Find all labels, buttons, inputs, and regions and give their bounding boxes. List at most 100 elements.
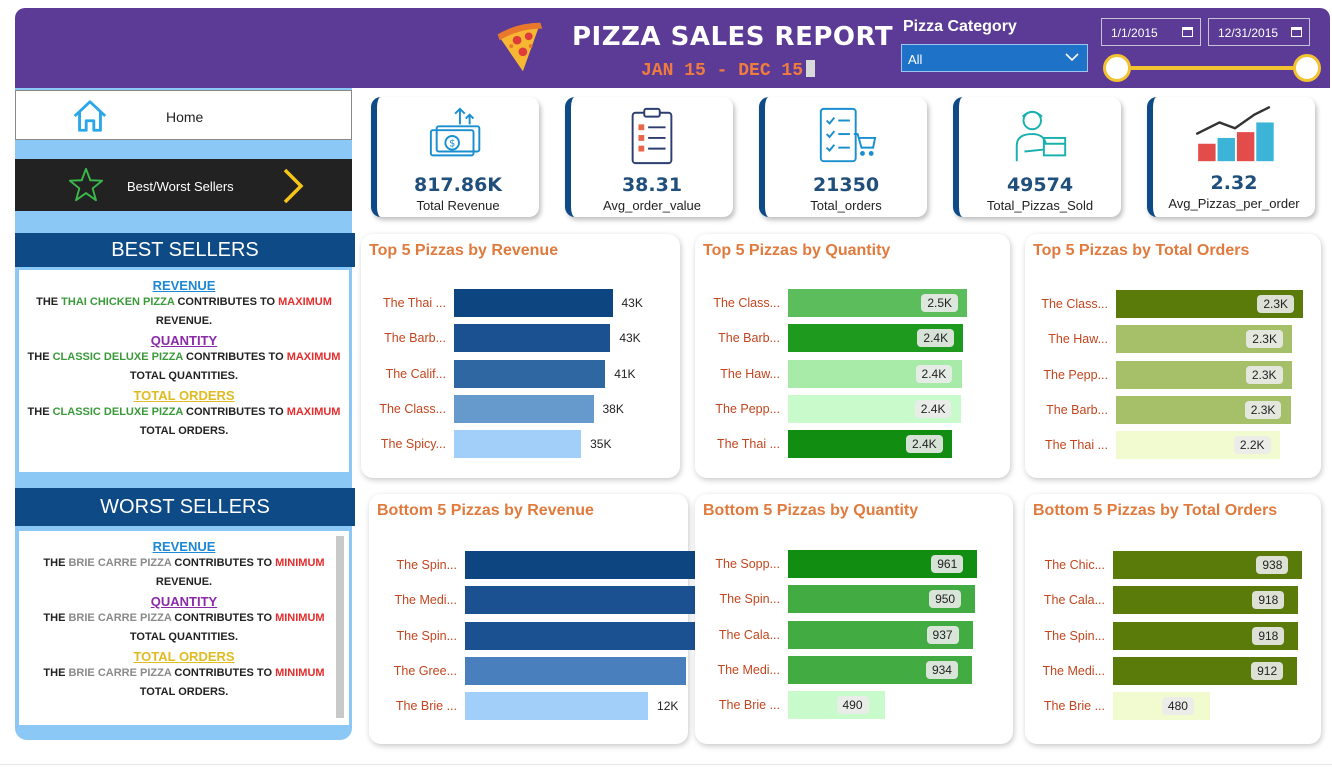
best-revenue-text: THE THAI CHICKEN PIZZA CONTRIBUTES TO MA… <box>36 296 332 327</box>
data-label: 2.5K <box>921 294 959 312</box>
bar-row: The Spin... 918 <box>1045 621 1306 650</box>
best-orders-heading: TOTAL ORDERS <box>133 388 235 403</box>
kpi-card-avg-pizzas-per-order: 2.32 Avg_Pizzas_per_order <box>1147 97 1315 217</box>
category-label: The Barb... <box>1046 402 1108 417</box>
date-slider-end-handle[interactable] <box>1293 54 1321 82</box>
data-label: 2.4K <box>915 364 953 383</box>
data-label: 934 <box>925 660 958 679</box>
bar[interactable] <box>454 324 611 353</box>
chart-top-revenue: Top 5 Pizzas by Revenue The Thai ... 43K T… <box>361 234 680 478</box>
best-quantity-heading: QUANTITY <box>150 333 218 348</box>
category-label: The Spin... <box>719 592 780 607</box>
bar-row: The Brie ... 480 <box>1044 692 1306 721</box>
data-label: 12K <box>657 699 679 714</box>
home-button[interactable]: Home <box>15 90 352 140</box>
worst-sellers-header: WORST SELLERS <box>15 488 355 526</box>
bar-row: The Haw... 2.3K <box>1048 325 1307 354</box>
date-range-text: JAN 15 - DEC 15 <box>641 60 816 81</box>
bar[interactable] <box>454 430 582 459</box>
data-label: 938 <box>1256 556 1289 574</box>
chart-title: Bottom 5 Pizzas by Total Orders <box>1033 502 1278 519</box>
category-label: The Pepp... <box>1043 367 1108 382</box>
date-range-value: JAN 15 - DEC 15 <box>641 61 804 81</box>
category-label: The Chic... <box>1044 558 1105 572</box>
start-date-input[interactable]: 1/1/2015 <box>1101 18 1201 46</box>
bar[interactable] <box>454 359 606 388</box>
best-worst-sellers-button[interactable]: Best/Worst Sellers <box>15 159 352 211</box>
dashboard: PIZZA SALES REPORT JAN 15 - DEC 15 Pizza… <box>0 0 1332 767</box>
category-label: The Sopp... <box>715 557 780 571</box>
bar-row: The Brie ... 490 <box>719 691 981 720</box>
bar-row: The Calif... 41K <box>386 359 636 388</box>
kpi-label: Total_orders <box>810 198 882 213</box>
chart-top-orders: Top 5 Pizzas by Total Orders The Class..… <box>1025 234 1321 478</box>
kpi-card-total-revenue: $ 817.86K Total Revenue <box>371 97 539 217</box>
bar-row: The Barb... 2.3K <box>1046 395 1307 424</box>
worst-orders-heading: TOTAL ORDERS <box>133 649 235 664</box>
data-label: 43K <box>619 331 641 346</box>
bar-row: The Class... 38K <box>379 394 624 423</box>
bar-row: The Thai ... 2.2K <box>1045 431 1307 460</box>
end-date-value: 12/31/2015 <box>1218 26 1279 40</box>
calendar-icon[interactable] <box>1291 27 1302 37</box>
data-label: 950 <box>929 590 962 609</box>
category-label: The Thai ... <box>1045 438 1108 453</box>
calendar-icon[interactable] <box>1182 27 1193 37</box>
data-label: 918 <box>1252 591 1285 610</box>
bar-row: The Pepp... 2.3K <box>1043 360 1307 389</box>
bar-row: The Spicy... 35K <box>381 430 622 459</box>
bottom-divider <box>0 764 1332 765</box>
category-label: The Pepp... <box>715 401 780 416</box>
data-label: 2.4K <box>917 329 955 348</box>
category-label: The Thai ... <box>383 296 446 310</box>
data-label: 41K <box>614 366 636 381</box>
bar-row: The Cala... 937 <box>719 620 981 649</box>
bar[interactable] <box>465 656 686 685</box>
bar[interactable] <box>465 692 649 721</box>
worst-revenue-text: THE BRIE CARRE PIZZA CONTRIBUTES TO MINI… <box>43 557 325 588</box>
delivery-person-icon <box>1015 110 1067 162</box>
kpi-value: 817.86K <box>413 174 503 196</box>
date-slider-track[interactable] <box>1117 66 1307 70</box>
category-label: The Brie ... <box>718 698 780 713</box>
category-label: The Medi... <box>717 662 780 677</box>
category-label: The Spin... <box>396 628 457 643</box>
kpi-card-avg-order-value: 38.31 Avg_order_value <box>565 97 733 217</box>
end-date-input[interactable]: 12/31/2015 <box>1208 18 1310 46</box>
category-label: The Spicy... <box>380 437 446 452</box>
category-label: The Brie ... <box>1043 699 1105 714</box>
data-label: 480 <box>1161 697 1194 716</box>
best-worst-label: Best/Worst Sellers <box>127 179 234 194</box>
bar-row: The Medi... 912 <box>1042 656 1306 685</box>
bar[interactable] <box>465 586 709 615</box>
kpi-value: 49574 <box>1006 174 1074 196</box>
category-label: The Class... <box>1041 297 1108 311</box>
data-label: 937 <box>926 625 959 644</box>
data-label: 2.4K <box>905 435 943 454</box>
chart-bottom-quantity: Bottom 5 Pizzas by Quantity The Sopp... 9… <box>695 494 1013 744</box>
category-label: The Medi... <box>394 593 457 608</box>
chevron-right-icon <box>283 168 304 204</box>
chart-title: Bottom 5 Pizzas by Quantity <box>703 502 919 519</box>
bar[interactable] <box>454 289 613 317</box>
kpi-label: Total_Pizzas_Sold <box>986 198 1094 213</box>
category-label: The Barb... <box>718 331 780 346</box>
money-icon: $ <box>429 107 481 157</box>
bar[interactable] <box>465 621 707 650</box>
bar-row: The Barb... 2.4K <box>718 324 980 353</box>
bar-row: The Pepp... 2.4K <box>715 394 980 423</box>
category-label: The Cala... <box>1043 593 1105 608</box>
worst-sellers-panel: REVENUE THE BRIE CARRE PIZZA CONTRIBUTES… <box>16 528 352 728</box>
bar[interactable] <box>465 551 724 579</box>
bar-row: The Sopp... 961 <box>715 550 981 578</box>
data-label: 912 <box>1251 661 1284 680</box>
scrollbar[interactable] <box>336 536 344 718</box>
chart-title: Top 5 Pizzas by Revenue <box>369 242 559 259</box>
data-label: 38K <box>602 401 624 416</box>
data-label: 2.2K <box>1233 436 1271 455</box>
category-dropdown[interactable]: All <box>901 44 1088 72</box>
kpi-label: Total Revenue <box>416 198 500 213</box>
bar[interactable] <box>454 394 594 423</box>
date-slider-start-handle[interactable] <box>1103 54 1131 82</box>
data-label: 2.4K <box>914 399 952 418</box>
